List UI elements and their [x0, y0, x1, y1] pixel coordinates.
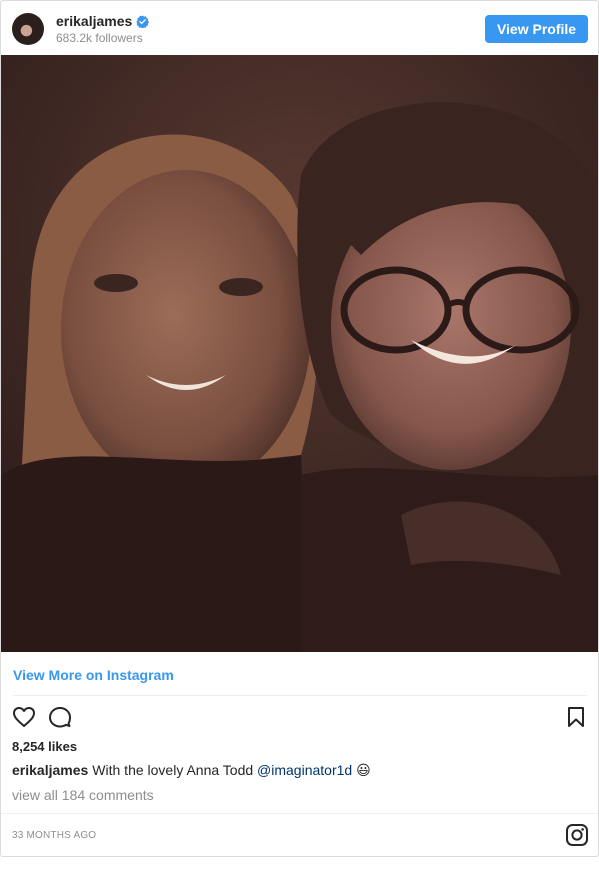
caption-mention[interactable]: @imaginator1d [257, 762, 352, 778]
selfie-photo [1, 55, 598, 652]
heart-icon[interactable] [12, 705, 36, 729]
post-timestamp: 33 MONTHS AGO [12, 830, 97, 841]
view-profile-button[interactable]: View Profile [485, 15, 588, 43]
username-row: erikaljames [56, 13, 150, 29]
instagram-embed-card: erikaljames 683.2k followers View Profil… [0, 0, 599, 857]
caption-username[interactable]: erikaljames [12, 762, 88, 778]
like-count[interactable]: 8,254 likes [12, 739, 77, 754]
divider [13, 695, 587, 696]
view-comments-link[interactable]: view all 184 comments [12, 787, 154, 803]
follower-count: 683.2k followers [56, 31, 143, 45]
avatar[interactable] [12, 13, 44, 45]
post-photo[interactable] [1, 55, 598, 652]
caption: erikaljames With the lovely Anna Todd @im… [12, 762, 371, 779]
username[interactable]: erikaljames [56, 13, 132, 29]
divider [1, 813, 598, 814]
comment-icon[interactable] [48, 705, 72, 729]
caption-text: With the lovely Anna Todd [92, 762, 254, 778]
verified-badge-icon [136, 15, 150, 28]
post-header: erikaljames 683.2k followers View Profil… [1, 1, 598, 55]
caption-emoji: 😃 [356, 762, 371, 778]
view-more-link[interactable]: View More on Instagram [13, 667, 174, 683]
bookmark-icon[interactable] [566, 706, 586, 728]
instagram-icon[interactable] [565, 823, 589, 847]
